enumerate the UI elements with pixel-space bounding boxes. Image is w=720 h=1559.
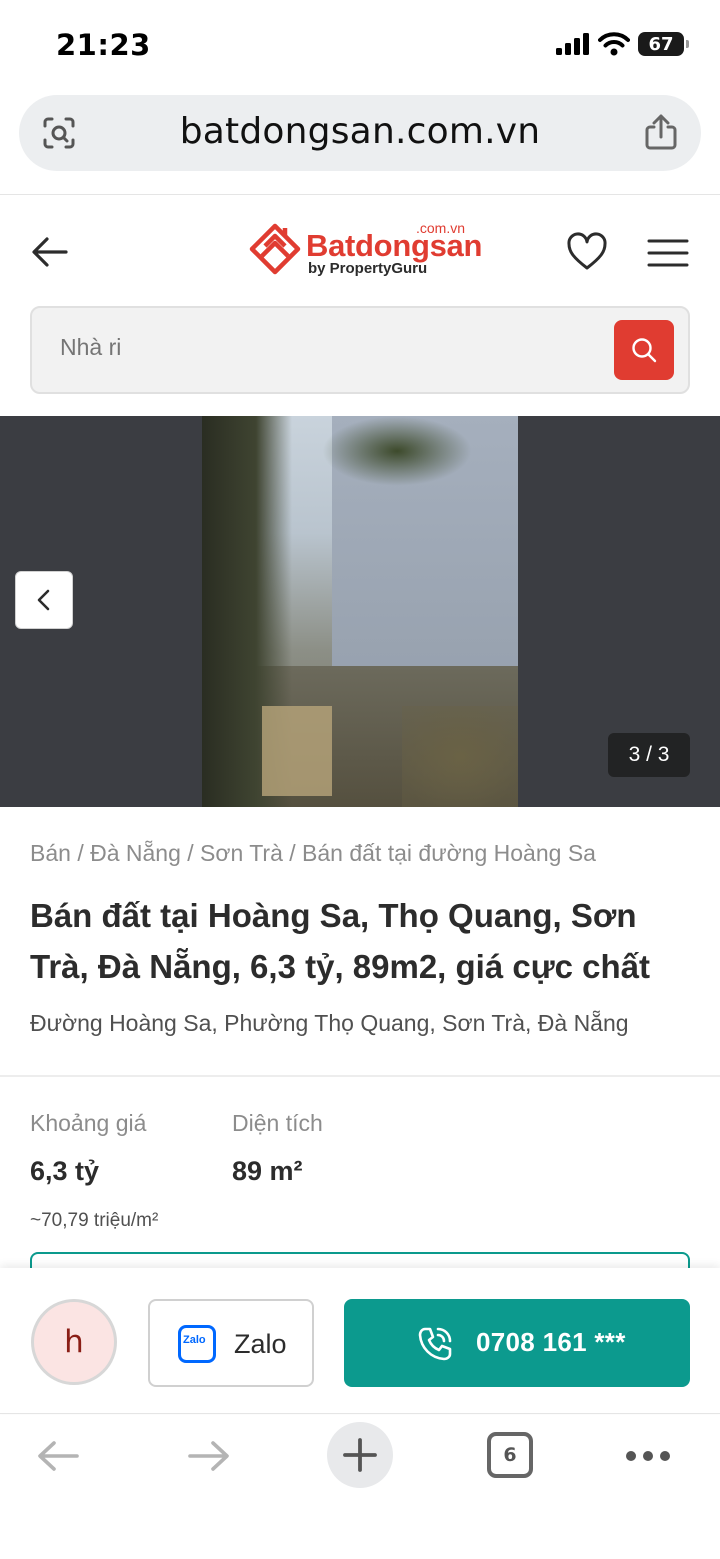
back-icon (38, 1441, 79, 1471)
logo-name: Batdongsan (306, 228, 483, 263)
toolbar-new-tab-button[interactable] (327, 1422, 393, 1488)
status-icons: 67 (556, 32, 689, 56)
photo-gallery[interactable]: 3 / 3 (0, 416, 720, 807)
signal-icon (556, 33, 589, 55)
listing-title: Bán đất tại Hoàng Sa, Thọ Quang, Sơn Trà… (30, 897, 650, 985)
call-phone-number: 0708 161 *** (476, 1327, 626, 1357)
zalo-button[interactable]: Zalo Zalo (148, 1299, 314, 1387)
photo-boxes (262, 706, 332, 796)
forward-icon (188, 1441, 229, 1471)
contact-bar: h Zalo Zalo 0708 161 *** (0, 1268, 720, 1414)
listing-photo[interactable] (202, 416, 518, 807)
logo-house-icon (249, 223, 301, 275)
zalo-label: Zalo (234, 1329, 287, 1359)
wifi-icon (598, 32, 630, 56)
search-button[interactable] (614, 320, 674, 380)
open-tabs-count: 6 (503, 1444, 517, 1466)
browser-toolbar: 6 (0, 1415, 720, 1559)
listing-address: Đường Hoàng Sa, Phường Thọ Quang, Sơn Tr… (30, 1010, 629, 1036)
tabs-icon[interactable]: 6 (487, 1432, 533, 1478)
area-label: Diện tích (232, 1110, 323, 1136)
gallery-counter: 3 / 3 (608, 733, 690, 777)
status-time: 21:23 (56, 28, 151, 62)
search-icon (632, 338, 657, 363)
new-tab-icon (343, 1438, 377, 1472)
call-button[interactable]: 0708 161 *** (344, 1299, 690, 1387)
more-icon (626, 1451, 670, 1461)
share-icon[interactable] (643, 113, 679, 151)
avatar-initial: h (64, 1324, 84, 1360)
search-input[interactable] (60, 334, 560, 361)
site-header: .com.vn Batdongsan by PropertyGuru (0, 200, 720, 300)
gallery-prev-button[interactable] (15, 571, 73, 629)
url-text[interactable]: batdongsan.com.vn (19, 111, 701, 152)
toolbar-forward-button[interactable] (173, 1415, 245, 1497)
breadcrumb[interactable]: Bán / Đà Nẵng / Sơn Trà / Bán đất tại đư… (30, 840, 596, 867)
photo-leaves (322, 416, 472, 486)
price-label: Khoảng giá (30, 1110, 147, 1136)
heart-icon[interactable] (566, 232, 608, 272)
price-per-m2: ~70,79 triệu/m² (30, 1210, 159, 1231)
chevron-left-icon (37, 589, 50, 611)
arrow-left-icon[interactable] (30, 234, 70, 270)
toolbar-back-button[interactable] (22, 1415, 94, 1497)
search-bar[interactable] (30, 306, 690, 394)
hamburger-icon[interactable] (647, 238, 689, 268)
phone-icon (418, 1327, 452, 1361)
photo-brush (402, 706, 518, 807)
area-value: 89 m² (232, 1156, 303, 1186)
site-logo[interactable]: .com.vn Batdongsan by PropertyGuru (248, 220, 482, 282)
price-value: 6,3 tỷ (30, 1156, 100, 1186)
status-bar: 21:23 67 (0, 0, 720, 90)
zalo-icon: Zalo (178, 1325, 216, 1363)
avatar[interactable]: h (31, 1299, 117, 1385)
section-divider (0, 1075, 720, 1077)
zalo-icon-text: Zalo (183, 1334, 206, 1346)
logo-subtitle: by PropertyGuru (308, 260, 428, 277)
browser-divider (0, 194, 720, 195)
battery-indicator: 67 (638, 32, 689, 56)
url-bar[interactable]: batdongsan.com.vn (19, 95, 701, 171)
battery-level: 67 (648, 33, 674, 55)
toolbar-more-button[interactable] (612, 1415, 684, 1497)
